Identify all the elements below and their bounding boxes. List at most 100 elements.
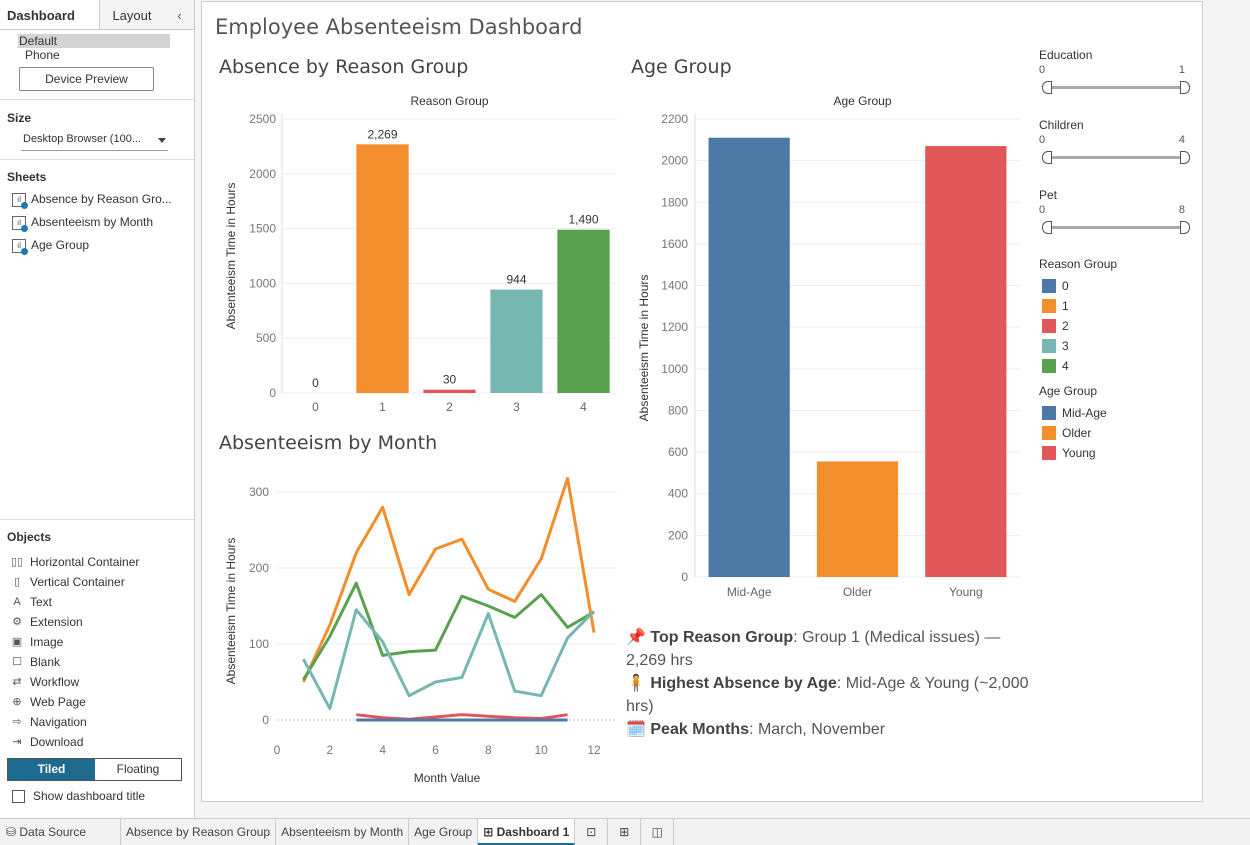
object-item[interactable]: A Text — [0, 592, 194, 612]
sheet-list: ıl Absence by Reason Gro... ıl Absenteeism … — [0, 188, 194, 257]
tiled-button[interactable]: Tiled — [8, 759, 95, 780]
range-slider-track[interactable] — [1047, 86, 1185, 89]
range-slider-min-handle[interactable] — [1042, 221, 1052, 234]
collapse-panel-icon[interactable]: ‹ — [172, 0, 194, 29]
sheet-item[interactable]: ıl Absenteeism by Month — [0, 211, 194, 234]
object-item[interactable]: ⚙ Extension — [0, 612, 194, 632]
filter-max: 8 — [1178, 204, 1185, 216]
device-phone[interactable]: Phone — [18, 48, 176, 62]
new-dashboard-icon[interactable]: ⊞ — [608, 819, 642, 845]
x-tick-label: 10 — [534, 743, 548, 757]
object-item[interactable]: ▯ Vertical Container — [0, 572, 194, 592]
legend-item[interactable]: 0 — [1039, 276, 1117, 296]
size-dropdown[interactable]: Desktop Browser (100... — [21, 133, 168, 151]
device-preview-button[interactable]: Device Preview — [19, 67, 154, 91]
object-item[interactable]: ☐ Blank — [0, 652, 194, 672]
legend-item[interactable]: Older — [1039, 423, 1107, 443]
y-tick-label: 2200 — [661, 112, 688, 126]
chart-header: Age Group — [833, 94, 891, 108]
sheet-item-label: Absenteeism by Month — [31, 215, 154, 229]
month-line-chart[interactable]: 0 100 200 300 0 2 4 6 8 10 12 Month Value Absenteeis… — [202, 477, 622, 792]
sheets-title: Sheets — [7, 170, 47, 184]
legend-swatch — [1042, 406, 1056, 420]
series-line[interactable] — [302, 477, 596, 683]
object-item[interactable]: ⇄ Workflow — [0, 672, 194, 692]
object-icon: ▯▯ — [10, 556, 24, 568]
data-label: 0 — [312, 376, 319, 390]
object-item[interactable]: ⊕ Web Page — [0, 692, 194, 712]
bar[interactable] — [423, 389, 476, 393]
y-tick-label: 400 — [668, 487, 688, 501]
sheet-item[interactable]: ıl Age Group — [0, 234, 194, 257]
sheet-tab-bar: ⛁ Data Source Absence by Reason Group Ab… — [0, 818, 1250, 845]
tab-sheet-age[interactable]: Age Group — [409, 819, 479, 845]
filter-education: Education 0 1 — [1039, 48, 1190, 98]
legend-item[interactable]: 3 — [1039, 336, 1117, 356]
new-sheet-icon[interactable]: ⊡ — [575, 819, 609, 845]
reason-bar-chart[interactable]: Reason Group 0 500 1000 1500 2000 2500 Absentee… — [202, 87, 622, 422]
bar[interactable] — [816, 461, 899, 577]
legend-item[interactable]: 2 — [1039, 316, 1117, 336]
tab-sheet-reason[interactable]: Absence by Reason Group — [121, 819, 277, 845]
legend-item[interactable]: Mid-Age — [1039, 403, 1107, 423]
tab-dashboard[interactable]: Dashboard — [0, 0, 101, 29]
bar[interactable] — [490, 289, 543, 393]
range-slider-track[interactable] — [1047, 226, 1185, 229]
legend-item[interactable]: 1 — [1039, 296, 1117, 316]
bar[interactable] — [708, 137, 790, 577]
bar[interactable] — [925, 146, 1007, 577]
range-slider-min-handle[interactable] — [1042, 151, 1052, 164]
range-slider-max-handle[interactable] — [1180, 221, 1190, 234]
legend-label: Mid-Age — [1062, 406, 1107, 420]
object-item[interactable]: ▣ Image — [0, 632, 194, 652]
dashboard-side-panel: Dashboard Layout ‹ Default Phone Device … — [0, 0, 195, 818]
floating-button[interactable]: Floating — [95, 759, 181, 780]
bar[interactable] — [557, 229, 610, 393]
data-label: 944 — [506, 273, 526, 287]
legend-item[interactable]: 4 — [1039, 356, 1117, 376]
device-default[interactable]: Default — [18, 34, 170, 48]
sheet-item[interactable]: ıl Absence by Reason Gro... — [0, 188, 194, 211]
show-title-checkbox[interactable] — [12, 789, 25, 803]
object-item-label: Web Page — [30, 695, 86, 709]
y-tick-label: 2500 — [249, 112, 276, 126]
tab-sheet-month[interactable]: Absenteeism by Month — [276, 819, 410, 845]
object-item[interactable]: ▯▯ Horizontal Container — [0, 552, 194, 572]
y-tick-label: 1800 — [661, 195, 688, 209]
object-icon: ▯ — [13, 576, 21, 588]
new-story-icon[interactable]: ◫ — [641, 819, 675, 845]
x-tick-label: 4 — [580, 400, 587, 414]
tab-dashboard-1[interactable]: ⊞ Dashboard 1 — [478, 819, 576, 845]
range-slider-max-handle[interactable] — [1180, 81, 1190, 94]
y-tick-label: 100 — [249, 637, 269, 651]
range-slider-min-handle[interactable] — [1042, 81, 1052, 94]
tab-data-source[interactable]: ⛁ Data Source — [0, 819, 121, 845]
used-check-icon — [21, 247, 28, 255]
age-bar-chart[interactable]: Age Group 0 200 400 600 800 1000 1200 1400 1600 18… — [627, 87, 1027, 602]
worksheet-icon: ıl — [12, 238, 28, 255]
y-tick-label: 1200 — [661, 320, 688, 334]
show-title-option[interactable]: Show dashboard title — [12, 789, 194, 803]
tab-layout[interactable]: Layout — [100, 0, 173, 29]
legend-label: 3 — [1062, 339, 1069, 353]
insight-heading: Highest Absence by Age — [650, 675, 837, 692]
legend-title: Age Group — [1039, 384, 1098, 398]
bar[interactable] — [356, 144, 409, 393]
range-slider-track[interactable] — [1047, 156, 1185, 159]
object-item-label: Download — [30, 735, 84, 749]
legend-item[interactable]: Young — [1039, 443, 1107, 463]
series-line[interactable] — [302, 581, 595, 681]
y-tick-label: 0 — [262, 713, 269, 727]
object-item[interactable]: ⇨ Navigation — [0, 712, 194, 732]
filter-name: Children — [1039, 118, 1084, 132]
insight-text: : March, November — [749, 721, 886, 738]
x-axis-label: Month Value — [414, 771, 481, 785]
range-slider-max-handle[interactable] — [1180, 151, 1190, 164]
legend-title: Reason Group — [1039, 257, 1118, 271]
object-icon: ▣ — [11, 636, 23, 648]
y-tick-label: 0 — [269, 386, 276, 400]
object-item[interactable]: ⇥ Download — [0, 732, 194, 752]
legend-label: Young — [1062, 446, 1096, 460]
legend-swatch — [1042, 339, 1056, 353]
insight-line: 📌 Top Reason Group: Group 1 (Medical iss… — [626, 626, 1036, 672]
